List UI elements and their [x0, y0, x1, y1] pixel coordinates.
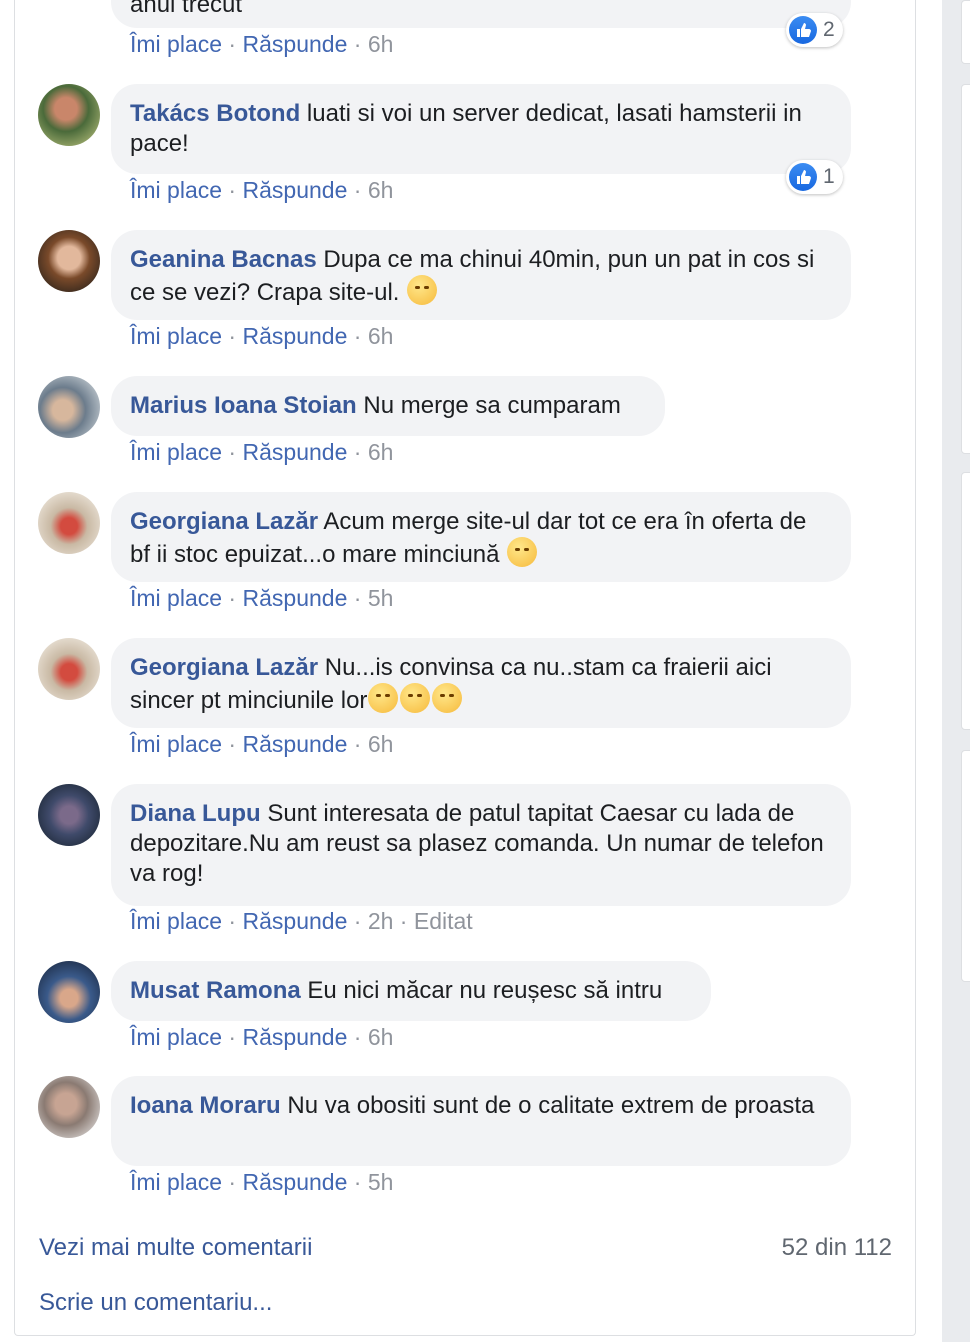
comment-author[interactable]: Diana Lupu: [130, 800, 261, 827]
right-panel-card: [961, 750, 970, 982]
comment-author[interactable]: Georgiana Lazăr: [130, 508, 318, 535]
reply-link[interactable]: Răspunde: [243, 439, 348, 465]
comment-author[interactable]: Georgiana Lazăr: [130, 654, 318, 681]
comment-text: Nu va obositi sunt de o calitate extrem …: [287, 1092, 815, 1119]
comment-actions: Îmi place · Răspunde · 5h: [130, 585, 394, 611]
like-link[interactable]: Îmi place: [130, 1169, 222, 1195]
comment-author[interactable]: Geanina Bacnas: [130, 246, 317, 273]
comment-text: anul trecut: [130, 0, 243, 18]
write-comment-link[interactable]: Scrie un comentariu...: [39, 1289, 272, 1317]
comment-bubble: Diana Lupu Sunt interesata de patul tapi…: [111, 784, 851, 906]
view-more-comments-link[interactable]: Vezi mai multe comentarii: [39, 1234, 312, 1262]
unamused-emoji-icon: [507, 537, 538, 567]
like-thumb-icon: [789, 163, 817, 191]
timestamp[interactable]: 5h: [368, 1169, 394, 1195]
comment-author[interactable]: Takács Botond: [130, 100, 300, 127]
like-link[interactable]: Îmi place: [130, 439, 222, 465]
comment-bubble: Ioana Moraru Nu va obositi sunt de o cal…: [111, 1076, 851, 1166]
frowning-emoji-icon: [432, 683, 463, 713]
avatar[interactable]: [38, 230, 100, 292]
pensive-emoji-icon: [407, 275, 438, 305]
comment-actions: Îmi place · Răspunde · 6h: [130, 31, 394, 57]
comment-actions: Îmi place · Răspunde · 6h: [130, 323, 394, 349]
like-link[interactable]: Îmi place: [130, 908, 222, 934]
like-link[interactable]: Îmi place: [130, 731, 222, 757]
comment-actions: Îmi place · Răspunde · 6h: [130, 1024, 394, 1050]
frowning-emoji-icon: [400, 683, 431, 713]
comment-bubble: Geanina Bacnas Dupa ce ma chinui 40min, …: [111, 230, 851, 320]
comment-actions: Îmi place · Răspunde · 6h: [130, 731, 394, 757]
avatar[interactable]: [38, 376, 100, 438]
timestamp[interactable]: 5h: [368, 585, 394, 611]
edited-label[interactable]: Editat: [414, 908, 473, 934]
right-panel-card: [961, 84, 970, 454]
comment-actions: Îmi place · Răspunde · 6h: [130, 439, 394, 465]
comment-bubble: Musat Ramona Eu nici măcar nu reușesc să…: [111, 961, 711, 1021]
frowning-emoji-icon: [368, 683, 399, 713]
reply-link[interactable]: Răspunde: [243, 31, 348, 57]
like-link[interactable]: Îmi place: [130, 585, 222, 611]
timestamp[interactable]: 6h: [368, 31, 394, 57]
comment-count: 52 din 112: [781, 1234, 892, 1261]
avatar[interactable]: [38, 84, 100, 146]
comment-text: Eu nici măcar nu reușesc să intru: [307, 977, 663, 1004]
reply-link[interactable]: Răspunde: [243, 585, 348, 611]
like-link[interactable]: Îmi place: [130, 323, 222, 349]
comment-author[interactable]: Marius Ioana Stoian: [130, 392, 357, 419]
avatar[interactable]: [38, 492, 100, 554]
like-link[interactable]: Îmi place: [130, 31, 222, 57]
like-link[interactable]: Îmi place: [130, 177, 222, 203]
reply-link[interactable]: Răspunde: [243, 177, 348, 203]
timestamp[interactable]: 6h: [368, 1024, 394, 1050]
reply-link[interactable]: Răspunde: [243, 1024, 348, 1050]
comment-text: Nu merge sa cumparam: [363, 392, 621, 419]
reply-link[interactable]: Răspunde: [243, 908, 348, 934]
comment-bubble: Georgiana Lazăr Acum merge site-ul dar t…: [111, 492, 851, 582]
comment-actions: Îmi place · Răspunde · 6h: [130, 177, 394, 203]
comment-actions: Îmi place · Răspunde · 2h · Editat: [130, 908, 473, 934]
reply-link[interactable]: Răspunde: [243, 731, 348, 757]
reaction-count[interactable]: 1: [786, 160, 843, 194]
comment-author[interactable]: Ioana Moraru: [130, 1092, 281, 1119]
right-panel-card: [961, 472, 970, 730]
comment-actions: Îmi place · Răspunde · 5h: [130, 1169, 394, 1195]
avatar[interactable]: [38, 638, 100, 700]
reaction-count[interactable]: 2: [786, 13, 843, 47]
avatar[interactable]: [38, 961, 100, 1023]
comment-bubble: Georgiana Lazăr Nu...is convinsa ca nu..…: [111, 638, 851, 728]
timestamp[interactable]: 6h: [368, 177, 394, 203]
timestamp[interactable]: 6h: [368, 323, 394, 349]
comment-bubble: Marius Ioana Stoian Nu merge sa cumparam: [111, 376, 665, 436]
comment-author[interactable]: Musat Ramona: [130, 977, 301, 1004]
comment-bubble: anul trecut: [111, 0, 851, 28]
avatar[interactable]: [38, 784, 100, 846]
timestamp[interactable]: 6h: [368, 439, 394, 465]
like-link[interactable]: Îmi place: [130, 1024, 222, 1050]
reply-link[interactable]: Răspunde: [243, 1169, 348, 1195]
like-thumb-icon: [789, 16, 817, 44]
timestamp[interactable]: 6h: [368, 731, 394, 757]
timestamp[interactable]: 2h: [368, 908, 394, 934]
avatar[interactable]: [38, 1076, 100, 1138]
comment-bubble: Takács Botond luati si voi un server ded…: [111, 84, 851, 174]
reply-link[interactable]: Răspunde: [243, 323, 348, 349]
right-panel-card: [961, 0, 970, 64]
